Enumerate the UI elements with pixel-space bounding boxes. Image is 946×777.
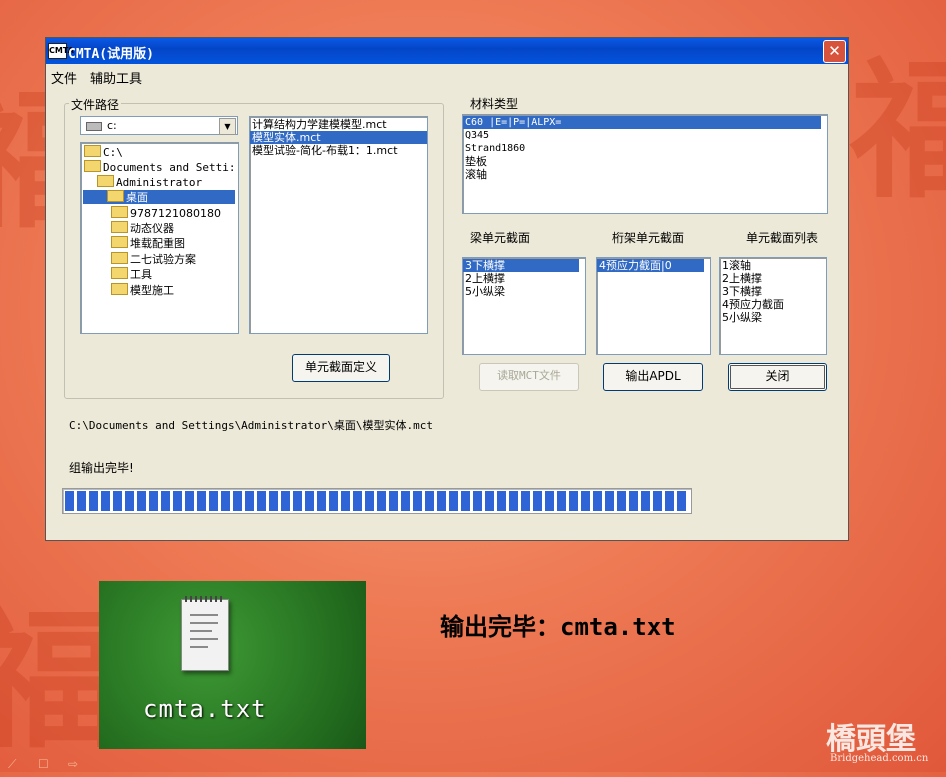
output-message: 输出完毕：cmta.txt bbox=[440, 613, 676, 641]
folder-icon bbox=[111, 267, 128, 279]
tree-item[interactable]: Documents and Setti: bbox=[84, 160, 235, 174]
folder-icon bbox=[111, 252, 128, 264]
close-icon[interactable]: ✕ bbox=[823, 40, 846, 63]
file-list-item[interactable]: 计算结构力学建模模型.mct bbox=[250, 118, 427, 131]
section-list-item[interactable]: 1滚轴 bbox=[720, 259, 826, 272]
material-list[interactable]: C60 |E=|P=|ALPX= Q345 Strand1860 垫板 滚轴 bbox=[462, 114, 828, 214]
menu-bar: 文件 辅助工具 bbox=[46, 64, 848, 87]
desktop-preview: cmta.txt bbox=[99, 581, 366, 749]
progress-fill bbox=[65, 491, 689, 511]
material-item-selected[interactable]: C60 |E=|P=|ALPX= bbox=[463, 116, 821, 129]
material-item[interactable]: Q345 bbox=[463, 129, 827, 142]
folder-tree[interactable]: C:\ Documents and Setti: Administrator 桌… bbox=[80, 142, 239, 334]
material-label: 材料类型 bbox=[470, 97, 519, 111]
section-list-item[interactable]: 2上横撑 bbox=[720, 272, 826, 285]
tree-item[interactable]: Administrator bbox=[97, 175, 202, 189]
tree-item[interactable]: 9787121080180 bbox=[111, 206, 221, 220]
beam-section-item-selected[interactable]: 3下横撑 bbox=[463, 259, 579, 272]
slide-menu-icon[interactable]: ☐ bbox=[38, 757, 49, 771]
app-icon: CMTA bbox=[48, 43, 74, 59]
beam-section-list[interactable]: 3下横撑 2上横撑 5小纵梁 bbox=[462, 257, 586, 355]
status-text: 组输出完毕! bbox=[69, 461, 134, 475]
truss-section-label: 桁架单元截面 bbox=[612, 231, 685, 245]
folder-icon bbox=[111, 206, 128, 218]
material-item[interactable]: 垫板 bbox=[463, 155, 827, 168]
file-list[interactable]: 计算结构力学建模模型.mct 模型实体.mct 模型试验-简化-布载1：1.mc… bbox=[249, 116, 428, 334]
section-list-label: 单元截面列表 bbox=[746, 231, 819, 245]
next-arrow-icon[interactable]: ⇨ bbox=[68, 757, 78, 771]
section-list-item[interactable]: 5小纵梁 bbox=[720, 311, 826, 324]
progress-bar bbox=[62, 488, 692, 514]
title-bar: CMTA CMTA(试用版) ✕ bbox=[46, 38, 848, 64]
file-list-item[interactable]: 模型试验-简化-布载1：1.mct bbox=[250, 144, 427, 157]
section-list[interactable]: 1滚轴 2上横撑 3下横撑 4预应力截面 5小纵梁 bbox=[719, 257, 827, 355]
truss-section-item-selected[interactable]: 4预应力截面|0 bbox=[597, 259, 704, 272]
folder-icon bbox=[111, 283, 128, 295]
drive-select[interactable]: c: ▼ bbox=[80, 116, 238, 135]
window-title: CMTA(试用版) bbox=[68, 47, 154, 62]
desktop-file-name[interactable]: cmta.txt bbox=[143, 695, 267, 723]
file-path-label: 文件路径 bbox=[69, 96, 122, 113]
beam-section-item[interactable]: 2上横撑 bbox=[463, 272, 585, 285]
watermark-logo: 橋頭堡 bbox=[826, 722, 916, 757]
current-path: C:\Documents and Settings\Administrator\… bbox=[69, 419, 434, 432]
material-item[interactable]: 滚轴 bbox=[463, 168, 827, 181]
section-define-button[interactable]: 单元截面定义 bbox=[292, 354, 390, 382]
material-item[interactable]: Strand1860 bbox=[463, 142, 827, 155]
close-button[interactable]: 关闭 bbox=[728, 363, 827, 391]
tree-item-selected[interactable]: 桌面 bbox=[83, 190, 235, 204]
watermark-url: Bridgehead.com.cn bbox=[830, 753, 929, 764]
app-window: CMTA CMTA(试用版) ✕ 文件 辅助工具 文件路径 c: ▼ C:\ D… bbox=[46, 38, 848, 540]
chevron-down-icon[interactable]: ▼ bbox=[219, 118, 236, 135]
drive-value: c: bbox=[107, 119, 117, 132]
folder-icon bbox=[111, 236, 128, 248]
background-seal-decoration: 福 bbox=[850, 43, 946, 219]
tree-item[interactable]: C:\ bbox=[84, 145, 123, 159]
menu-tools[interactable]: 辅助工具 bbox=[90, 68, 142, 87]
folder-open-icon bbox=[107, 190, 124, 202]
beam-section-label: 梁单元截面 bbox=[470, 231, 531, 245]
tree-item[interactable]: 二七试验方案 bbox=[111, 252, 196, 266]
folder-icon bbox=[111, 221, 128, 233]
folder-open-icon bbox=[84, 160, 101, 172]
export-apdl-button[interactable]: 输出APDL bbox=[603, 363, 703, 391]
menu-file[interactable]: 文件 bbox=[51, 68, 77, 87]
drive-icon bbox=[86, 122, 102, 131]
truss-section-list[interactable]: 4预应力截面|0 bbox=[596, 257, 711, 355]
text-file-icon[interactable] bbox=[181, 596, 229, 671]
folder-open-icon bbox=[97, 175, 114, 187]
tree-item[interactable]: 模型施工 bbox=[111, 283, 174, 297]
section-list-item[interactable]: 3下横撑 bbox=[720, 285, 826, 298]
tree-item[interactable]: 工具 bbox=[111, 267, 152, 281]
file-list-item-selected[interactable]: 模型实体.mct bbox=[250, 131, 427, 144]
beam-section-item[interactable]: 5小纵梁 bbox=[463, 285, 585, 298]
pen-icon[interactable]: ⟋ bbox=[8, 757, 16, 772]
tree-item[interactable]: 堆载配重图 bbox=[111, 236, 185, 250]
folder-open-icon bbox=[84, 145, 101, 157]
section-list-item[interactable]: 4预应力截面 bbox=[720, 298, 826, 311]
read-mct-button[interactable]: 读取MCT文件 bbox=[479, 363, 579, 391]
tree-item[interactable]: 动态仪器 bbox=[111, 221, 174, 235]
